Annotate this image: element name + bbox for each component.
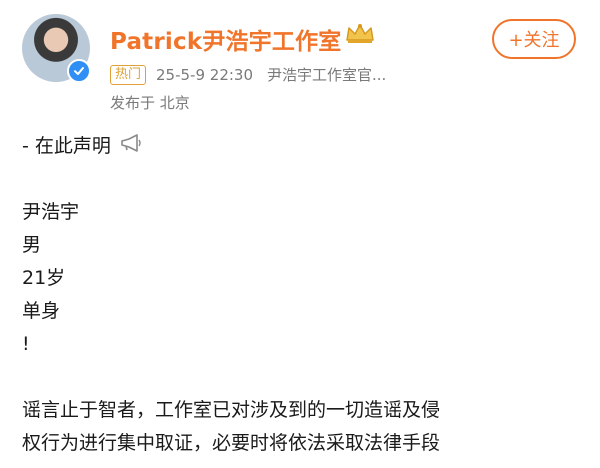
verified-check-icon xyxy=(67,59,91,83)
post-content: - 在此声明 尹浩宇 男 21岁 单身 ! 谣言止于智者，工作室已对涉及到的一切… xyxy=(22,130,582,460)
timestamp: 25-5-9 22:30 xyxy=(156,65,254,84)
gender-line: 男 xyxy=(22,234,42,256)
post-header: Patrick尹浩宇工作室 +关注 热门 25-5-9 22:30 尹浩宇工作室… xyxy=(0,0,600,120)
paragraph-line-1: 谣言止于智者，工作室已对涉及到的一切造谣及侵 xyxy=(22,399,441,421)
crown-icon xyxy=(343,22,377,46)
status-line: 单身 xyxy=(22,300,61,322)
megaphone-icon xyxy=(119,130,143,163)
follow-button[interactable]: +关注 xyxy=(492,19,576,59)
author-name[interactable]: Patrick尹浩宇工作室 xyxy=(110,22,342,56)
meta-row: 热门 25-5-9 22:30 尹浩宇工作室官... xyxy=(110,64,386,85)
exclaim-line: ! xyxy=(22,333,30,355)
avatar[interactable] xyxy=(22,14,91,83)
location-label: 发布于 北京 xyxy=(110,94,190,112)
name-line: 尹浩宇 xyxy=(22,201,80,223)
hot-badge: 热门 xyxy=(110,64,147,85)
statement-line: - 在此声明 xyxy=(22,130,582,163)
age-line: 21岁 xyxy=(22,267,66,289)
statement-text: - 在此声明 xyxy=(22,135,111,157)
paragraph-line-2: 权行为进行集中取证，必要时将依法采取法律手段 xyxy=(22,432,441,454)
source-label[interactable]: 尹浩宇工作室官... xyxy=(267,64,386,85)
